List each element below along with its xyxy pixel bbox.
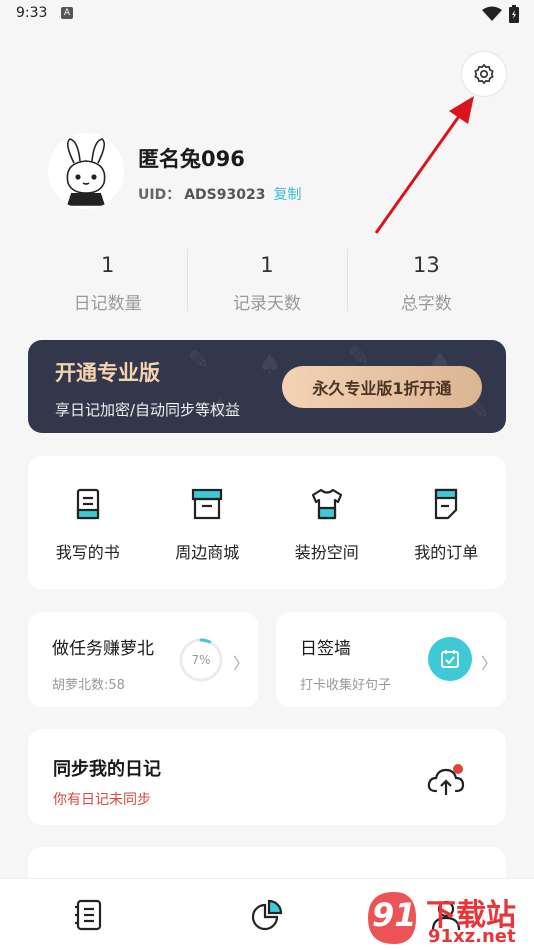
calendar-check-icon — [428, 637, 472, 681]
pro-banner[interactable]: ✎ ♠ ✎ ♠ ♠ ✎ 开通专业版 享日记加密/自动同步等权益 永久专业版1折开… — [28, 340, 506, 433]
shortcut-label: 我的订单 — [414, 543, 479, 562]
shop-icon — [192, 488, 223, 520]
cloud-upload-icon — [427, 764, 465, 795]
stat-value: 13 — [412, 253, 440, 277]
progress-percent: 7% — [191, 653, 211, 667]
pro-title: 开通专业版 — [55, 361, 160, 385]
carrot-count: 胡萝北数:58 — [52, 678, 125, 693]
watermark-url: 91xz.net — [428, 926, 516, 947]
shortcut-shop[interactable]: 周边商城 — [148, 456, 268, 589]
checkin-wall-card[interactable]: 日签墙 打卡收集好句子 〉 — [276, 612, 506, 707]
diary-tab-icon[interactable] — [71, 897, 107, 933]
stats-row: 1 日记数量 1 记录天数 13 总字数 — [28, 245, 506, 320]
task-title: 做任务赚萝北 — [52, 639, 154, 659]
status-time: 9:33 — [16, 5, 48, 21]
chevron-right-icon: 〉 — [481, 654, 498, 673]
stat-label: 记录天数 — [232, 294, 301, 314]
notification-icon: A — [61, 7, 73, 19]
chevron-right-icon: 〉 — [233, 654, 250, 673]
book-icon — [76, 488, 99, 520]
rabbit-avatar-icon — [66, 138, 106, 206]
stat-value: 1 — [260, 253, 274, 277]
carrot-pattern-icon: ✎ — [188, 346, 210, 376]
gear-icon — [474, 64, 494, 84]
stat-diary-count[interactable]: 1 日记数量 — [28, 245, 187, 320]
shirt-icon — [311, 488, 342, 520]
shortcut-my-books[interactable]: 我写的书 — [28, 456, 148, 589]
order-icon — [435, 488, 458, 520]
carrot-pattern-icon: ♠ — [258, 350, 282, 380]
stat-word-count[interactable]: 13 总字数 — [346, 245, 506, 320]
status-bar: 9:33 A — [0, 0, 534, 28]
uid-value: ADS93023 — [184, 187, 266, 203]
shortcut-grid: 我写的书 周边商城 装扮空间 我的订单 — [28, 456, 506, 589]
stat-label: 总字数 — [400, 294, 452, 314]
shortcut-label: 周边商城 — [175, 543, 240, 562]
site-watermark: 91 下载站 91xz.net — [360, 888, 532, 948]
task-card[interactable]: 做任务赚萝北 胡萝北数:58 7% 〉 — [28, 612, 258, 707]
stats-tab-icon[interactable] — [249, 897, 285, 933]
shortcut-label: 我写的书 — [55, 543, 120, 562]
shortcut-dress-up[interactable]: 装扮空间 — [267, 456, 387, 589]
stat-record-days[interactable]: 1 记录天数 — [187, 245, 346, 320]
stat-value: 1 — [100, 253, 115, 277]
shortcut-label: 装扮空间 — [294, 543, 359, 562]
shortcut-orders[interactable]: 我的订单 — [387, 456, 507, 589]
avatar[interactable] — [48, 133, 124, 209]
checkin-subtitle: 打卡收集好句子 — [300, 678, 392, 693]
sync-warning: 你有日记未同步 — [53, 792, 151, 808]
sync-title: 同步我的日记 — [53, 759, 161, 780]
sync-diary-card[interactable]: 同步我的日记 你有日记未同步 — [28, 729, 506, 825]
settings-button[interactable] — [461, 51, 507, 97]
watermark-logo: 91 — [372, 896, 417, 934]
battery-icon — [509, 5, 519, 23]
wifi-icon — [482, 6, 502, 21]
checkin-title: 日签墙 — [300, 639, 351, 659]
stat-label: 日记数量 — [73, 294, 142, 314]
uid-row: UID： ADS93023 复制 — [138, 184, 301, 204]
pro-subtitle: 享日记加密/自动同步等权益 — [55, 401, 241, 419]
copy-uid-button[interactable]: 复制 — [273, 187, 301, 203]
uid-label: UID： — [138, 187, 181, 203]
username: 匿名兔096 — [138, 147, 245, 171]
pro-upgrade-button[interactable]: 永久专业版1折开通 — [282, 366, 482, 408]
